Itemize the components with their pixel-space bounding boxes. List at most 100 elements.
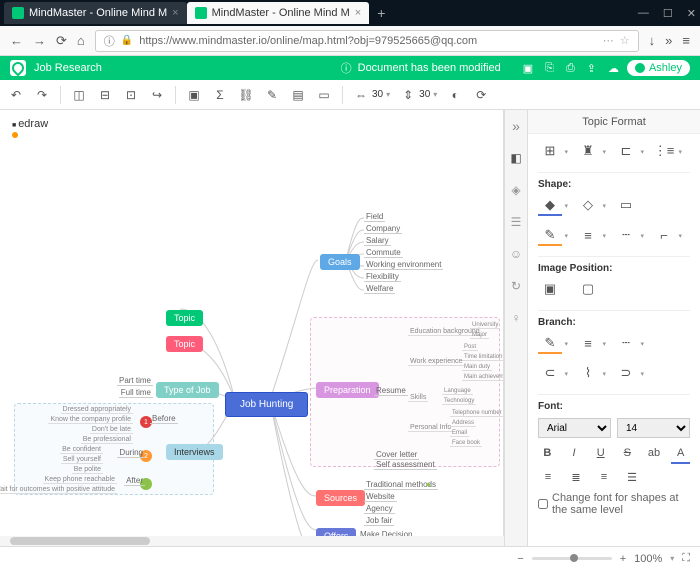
zoom-slider[interactable] — [532, 557, 612, 560]
shape-clear-icon[interactable]: ▭ — [614, 196, 638, 214]
node-goals[interactable]: Goals — [320, 254, 360, 270]
same-level-checkbox[interactable]: Change font for shapes at the same level — [538, 492, 690, 516]
history-icon[interactable]: ↻ — [508, 278, 524, 294]
leaf[interactable]: Time limitation — [462, 354, 504, 361]
mindmap-canvas[interactable]: ■ edraw Job Hunting — [0, 110, 504, 570]
v-spacing[interactable]: ⇕30▾ — [400, 87, 437, 103]
export-icon[interactable]: ⎘ — [545, 62, 554, 75]
leaf[interactable]: Agency — [364, 504, 395, 514]
clipart-icon[interactable]: ☺ — [508, 246, 524, 262]
border-corner-icon[interactable]: ⌐ — [652, 226, 676, 244]
callout-icon[interactable]: ⊡ — [123, 87, 139, 103]
toggle-icon[interactable]: ◐ — [447, 87, 463, 103]
image-right-icon[interactable]: ▢ — [576, 280, 600, 298]
browser-tab-active[interactable]: MindMaster - Online Mind M × — [187, 2, 370, 24]
leaf[interactable]: Main achievement — [462, 374, 504, 381]
leaf[interactable]: Dressed appropriately — [61, 406, 133, 414]
font-color-button[interactable]: A — [671, 444, 690, 462]
leaf[interactable]: Face book — [450, 440, 482, 447]
group-title[interactable]: Work experience — [408, 358, 464, 366]
shape-outline-icon[interactable]: ◇ — [576, 196, 600, 214]
close-icon[interactable]: × — [355, 7, 361, 19]
group-title[interactable]: After — [124, 476, 145, 486]
leaf[interactable]: Telephone number — [450, 410, 504, 417]
leaf[interactable]: Job fair — [364, 516, 394, 526]
palette-icon[interactable]: ◈ — [508, 182, 524, 198]
node-interviews[interactable]: Interviews — [166, 444, 223, 460]
node-preparation[interactable]: Preparation — [316, 382, 379, 398]
leaf[interactable]: Welfare — [364, 284, 395, 294]
zoom-out-icon[interactable]: − — [517, 553, 523, 565]
node-topic[interactable]: Topic — [166, 336, 203, 352]
back-icon[interactable]: ← — [10, 33, 23, 48]
fill-icon[interactable]: ◆ — [538, 196, 562, 214]
leaf[interactable]: Be confident — [60, 446, 103, 454]
idea-icon[interactable]: ♀ — [508, 310, 524, 326]
resume-label[interactable]: Resume — [374, 386, 408, 396]
fullscreen-icon[interactable]: ⛶ — [682, 552, 690, 565]
leaf[interactable]: Main duty — [462, 364, 492, 371]
image-icon[interactable]: ▣ — [186, 87, 202, 103]
new-tab-button[interactable]: + — [369, 5, 393, 21]
leaf[interactable]: Commute — [364, 248, 403, 258]
node-topic[interactable]: Topic — [166, 310, 203, 326]
bold-button[interactable]: B — [538, 444, 557, 462]
leaf[interactable]: Technology — [442, 398, 476, 405]
arrow-start-icon[interactable]: ⊂ — [538, 364, 562, 382]
leaf[interactable]: Know the company profile — [48, 416, 133, 424]
leaf[interactable]: Working environment — [364, 260, 443, 270]
relationship-icon[interactable]: ↪ — [149, 87, 165, 103]
leaf[interactable]: Flexibility — [364, 272, 401, 282]
tag-icon[interactable]: ◫ — [71, 87, 87, 103]
bullet-icon[interactable]: ⋮≡ — [652, 142, 676, 160]
structure-icon[interactable]: ♜ — [576, 142, 600, 160]
leaf[interactable]: Don't be late — [90, 426, 133, 434]
leaf[interactable]: Salary — [364, 236, 391, 246]
bookmark-icon[interactable]: ☆ — [620, 34, 630, 47]
maximize-icon[interactable]: ☐ — [663, 7, 673, 20]
branch-weight-icon[interactable]: ≡ — [576, 334, 600, 352]
reload-icon[interactable]: ⟳ — [56, 33, 67, 49]
leaf[interactable]: Be polite — [72, 466, 103, 474]
align-right-icon[interactable]: ≡ — [594, 468, 614, 486]
leaf[interactable]: Self assessment — [374, 460, 437, 470]
home-icon[interactable]: ⌂ — [77, 33, 85, 48]
note-icon[interactable]: ▤ — [290, 87, 306, 103]
menu-icon[interactable]: ≡ — [682, 33, 690, 48]
border-dash-icon[interactable]: ┄ — [614, 226, 638, 244]
leaf[interactable]: Email — [450, 430, 469, 437]
user-badge[interactable]: Ashley — [627, 60, 690, 76]
group-title[interactable]: Skills — [408, 394, 428, 402]
browser-tab[interactable]: MindMaster - Online Mind M × — [4, 2, 187, 24]
font-family-select[interactable]: Arial — [538, 418, 611, 438]
case-button[interactable]: ab — [645, 444, 664, 462]
redo-icon[interactable]: ↷ — [34, 87, 50, 103]
node-type[interactable]: Type of Job — [156, 382, 219, 398]
connector-icon[interactable]: ⊏ — [614, 142, 638, 160]
leaf[interactable]: Post — [462, 344, 478, 351]
format-icon[interactable]: ◧ — [508, 150, 524, 166]
zoom-in-icon[interactable]: + — [620, 553, 626, 565]
share-icon[interactable]: ⇪ — [587, 62, 596, 75]
sidebar-icon[interactable]: » — [665, 33, 672, 48]
cloud-icon[interactable]: ☁ — [608, 62, 619, 75]
leaf[interactable]: Company — [364, 224, 402, 234]
leaf[interactable]: Website — [364, 492, 397, 502]
print-icon[interactable]: ⎙ — [566, 62, 575, 75]
leaf[interactable]: Field — [364, 212, 385, 222]
zoom-dropdown-icon[interactable]: ▾ — [670, 554, 674, 563]
border-weight-icon[interactable]: ≡ — [576, 226, 600, 244]
undo-icon[interactable]: ↶ — [8, 87, 24, 103]
branch-dash-icon[interactable]: ┄ — [614, 334, 638, 352]
more-icon[interactable]: ⋯ — [603, 34, 614, 47]
group-title[interactable]: Personal Info — [408, 424, 453, 432]
branch-color-icon[interactable]: ✎ — [538, 334, 562, 352]
align-center-icon[interactable]: ≣ — [566, 468, 586, 486]
layout-icon[interactable]: ⊞ — [538, 142, 562, 160]
minimize-icon[interactable]: — — [638, 7, 649, 20]
node-sources[interactable]: Sources — [316, 490, 365, 506]
horizontal-scrollbar[interactable] — [0, 536, 504, 546]
link-icon[interactable]: ⛓ — [238, 87, 254, 103]
edit-icon[interactable]: ✎ — [264, 87, 280, 103]
leaf[interactable]: University — [470, 322, 500, 329]
